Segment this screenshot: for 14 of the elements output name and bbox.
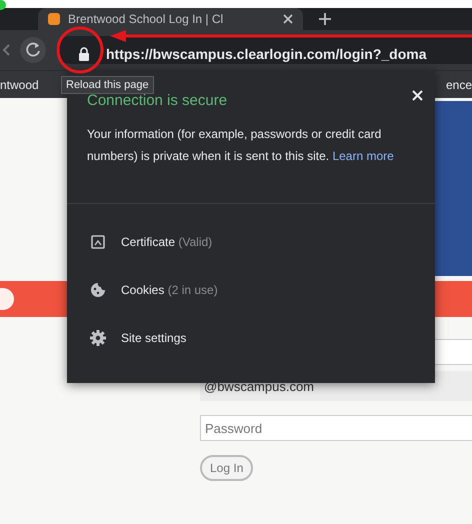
tab-title: Brentwood School Log In | Cl bbox=[68, 12, 224, 26]
tooltip: Reload this page bbox=[61, 76, 154, 94]
security-message: Your information (for example, passwords or credit card numbers) is private when it is sent to this site. Learn more bbox=[87, 126, 395, 165]
bookmark-item[interactable]: ntwood bbox=[0, 78, 39, 92]
learn-more-link[interactable]: Learn more bbox=[332, 149, 394, 163]
popup-title: Connection is secure bbox=[87, 91, 228, 109]
url-text: https://bwscampus.clearlogin.com/login?_doma bbox=[106, 46, 426, 62]
password-field[interactable]: Password bbox=[200, 415, 472, 441]
menu-item[interactable]: Site settings bbox=[67, 314, 435, 362]
menu-item[interactable]: Cookies (2 in use) bbox=[67, 266, 435, 314]
login-button[interactable]: Log In bbox=[200, 455, 254, 481]
bookmark-item[interactable]: ence bbox=[446, 78, 472, 92]
menu-item[interactable]: Certificate (Valid) bbox=[67, 218, 435, 266]
browser-tab[interactable]: Brentwood School Log In | Cl bbox=[38, 8, 303, 30]
